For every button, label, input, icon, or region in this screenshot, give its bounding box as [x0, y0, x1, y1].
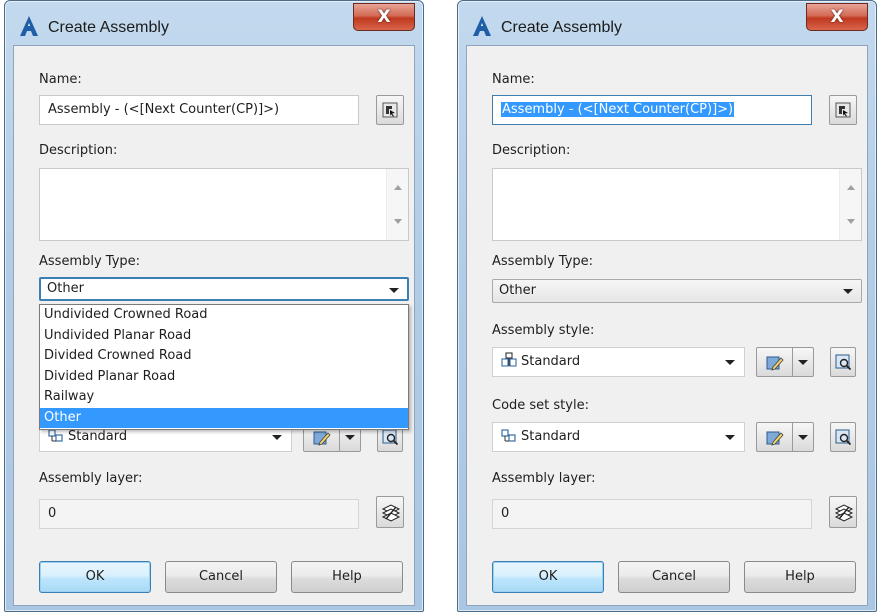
code-set-style-value: Standard — [521, 429, 581, 444]
assembly-style-icon — [501, 352, 517, 367]
style-edit-icon — [766, 431, 784, 446]
layer-icon — [381, 504, 401, 522]
option-undivided-planar-road[interactable]: Undivided Planar Road — [40, 326, 408, 347]
cancel-button[interactable]: Cancel — [618, 561, 730, 593]
autocad-a-icon — [20, 16, 38, 36]
description-label: Description: — [39, 143, 118, 158]
title-bar[interactable]: Create Assembly X — [458, 1, 876, 45]
assembly-type-select[interactable]: Other — [39, 277, 409, 301]
title-bar[interactable]: Create Assembly X — [5, 1, 423, 45]
assembly-type-dropdown-list: Undivided Crowned Road Undivided Planar … — [39, 304, 409, 430]
assembly-layer-label: Assembly layer: — [492, 471, 596, 486]
option-railway[interactable]: Railway — [40, 387, 408, 408]
assembly-layer-label: Assembly layer: — [39, 471, 143, 486]
scroll-up-icon[interactable] — [394, 185, 402, 190]
style-preview-icon — [382, 429, 399, 446]
assembly-type-value: Other — [499, 283, 536, 298]
create-assembly-dialog-2: Create Assembly X Name: Assembly - (<[Ne… — [457, 0, 877, 612]
assembly-type-label: Assembly Type: — [492, 254, 594, 269]
style-edit-button[interactable] — [757, 348, 793, 376]
assembly-type-label: Assembly Type: — [39, 254, 141, 269]
option-other[interactable]: Other — [40, 407, 408, 428]
description-scrollbar[interactable] — [839, 169, 861, 240]
style-preview-button[interactable] — [830, 347, 856, 377]
chevron-down-icon — [272, 435, 282, 440]
description-label: Description: — [492, 143, 571, 158]
option-undivided-crowned-road[interactable]: Undivided Crowned Road — [40, 305, 408, 326]
layer-button[interactable] — [376, 496, 404, 528]
create-assembly-dialog-1: Create Assembly X Name: Assembly - (<[Ne… — [4, 0, 424, 612]
name-input[interactable]: Assembly - (<[Next Counter(CP)]>) — [39, 95, 359, 125]
scroll-down-icon[interactable] — [847, 219, 855, 224]
style-edit-button[interactable] — [757, 423, 793, 451]
cancel-button[interactable]: Cancel — [165, 561, 277, 593]
assembly-style-select[interactable]: Standard — [492, 347, 745, 377]
style-edit-dropdown[interactable] — [793, 423, 813, 451]
chevron-down-icon — [725, 360, 735, 365]
scroll-up-icon[interactable] — [847, 185, 855, 190]
autocad-a-icon — [473, 16, 491, 36]
dialog-title: Create Assembly — [501, 19, 622, 36]
pick-name-button[interactable] — [376, 95, 404, 125]
layer-button[interactable] — [829, 496, 857, 528]
style-edit-icon — [313, 431, 331, 446]
pick-name-icon — [382, 102, 398, 118]
layer-icon — [834, 504, 854, 522]
ok-button[interactable]: OK — [39, 561, 151, 593]
style-preview-icon — [835, 429, 852, 446]
code-set-style-edit-split-button[interactable] — [756, 422, 814, 452]
close-button[interactable]: X — [353, 3, 415, 31]
style-edit-dropdown[interactable] — [793, 348, 813, 376]
chevron-down-icon — [345, 435, 355, 440]
close-button[interactable]: X — [806, 3, 868, 31]
chevron-down-icon — [389, 288, 399, 293]
chevron-down-icon — [798, 435, 808, 440]
pick-name-icon — [835, 102, 851, 118]
assembly-layer-field: 0 — [39, 499, 359, 529]
description-textarea[interactable] — [39, 168, 409, 241]
chevron-down-icon — [798, 360, 808, 365]
code-set-style-label: Code set style: — [492, 398, 589, 413]
code-set-style-icon — [501, 429, 516, 442]
name-input-selected-text: Assembly - (<[Next Counter(CP)]>) — [501, 102, 735, 117]
description-scrollbar[interactable] — [386, 169, 408, 240]
code-set-style-value: Standard — [68, 429, 128, 444]
help-button[interactable]: Help — [744, 561, 856, 593]
assembly-style-value: Standard — [521, 354, 581, 369]
chevron-down-icon — [843, 289, 853, 294]
dialog-client-area: Name: Assembly - (<[Next Counter(CP)]>) … — [466, 45, 868, 606]
pick-name-button[interactable] — [829, 95, 857, 125]
style-preview-icon — [835, 354, 852, 371]
assembly-style-label: Assembly style: — [492, 323, 595, 338]
chevron-down-icon — [725, 435, 735, 440]
name-input[interactable]: Assembly - (<[Next Counter(CP)]>) — [492, 95, 812, 125]
ok-button[interactable]: OK — [492, 561, 604, 593]
option-divided-crowned-road[interactable]: Divided Crowned Road — [40, 346, 408, 367]
assembly-type-value: Other — [47, 281, 84, 296]
name-label: Name: — [39, 72, 82, 87]
option-divided-planar-road[interactable]: Divided Planar Road — [40, 367, 408, 388]
name-label: Name: — [492, 72, 535, 87]
scroll-down-icon[interactable] — [394, 219, 402, 224]
assembly-type-select[interactable]: Other — [492, 279, 862, 303]
description-textarea[interactable] — [492, 168, 862, 241]
code-set-style-select[interactable]: Standard — [492, 422, 745, 452]
assembly-layer-field: 0 — [492, 499, 812, 529]
style-preview-button[interactable] — [830, 422, 856, 452]
assembly-style-edit-split-button[interactable] — [756, 347, 814, 377]
dialog-title: Create Assembly — [48, 19, 169, 36]
style-edit-icon — [766, 356, 784, 371]
dialog-client-area: Name: Assembly - (<[Next Counter(CP)]>) … — [13, 45, 415, 606]
help-button[interactable]: Help — [291, 561, 403, 593]
